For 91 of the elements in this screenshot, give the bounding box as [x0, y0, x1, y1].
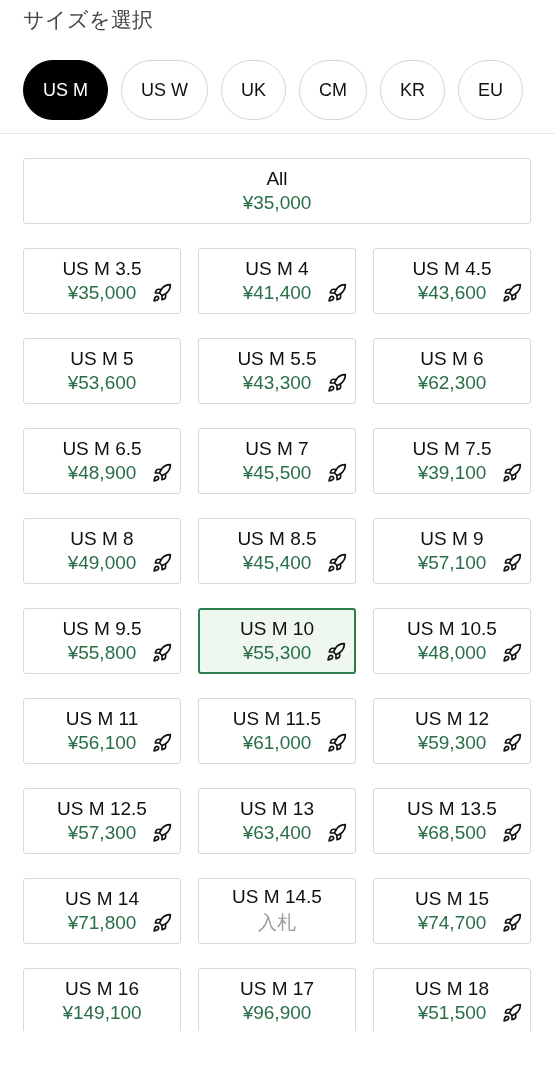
- size-label: US M 12.5: [57, 798, 147, 820]
- size-option[interactable]: US M 13 ¥63,400: [198, 788, 356, 854]
- size-option[interactable]: US M 3.5 ¥35,000: [23, 248, 181, 314]
- size-system-tab[interactable]: US W: [121, 60, 208, 120]
- all-sizes-option[interactable]: All ¥35,000: [23, 158, 531, 224]
- size-option[interactable]: US M 5 ¥53,600: [23, 338, 181, 404]
- size-label: US M 5: [70, 348, 134, 370]
- price-text: ¥55,800: [67, 642, 137, 664]
- size-label: US M 10: [240, 618, 314, 640]
- price-text: ¥56,100: [67, 732, 137, 754]
- price-text: ¥43,600: [417, 282, 487, 304]
- size-option[interactable]: US M 8 ¥49,000: [23, 518, 181, 584]
- price-text: ¥45,400: [242, 552, 312, 574]
- size-option[interactable]: US M 15 ¥74,700: [373, 878, 531, 944]
- size-label: US M 11: [65, 708, 139, 730]
- size-label: US M 8: [70, 528, 134, 550]
- size-option[interactable]: US M 4 ¥41,400: [198, 248, 356, 314]
- size-option[interactable]: US M 6.5 ¥48,900: [23, 428, 181, 494]
- price-text: ¥59,300: [417, 732, 487, 754]
- size-label: US M 16: [65, 978, 139, 1000]
- price-text: ¥68,500: [417, 822, 487, 844]
- price-text: ¥62,300: [417, 372, 487, 394]
- price-text: ¥74,700: [417, 912, 487, 934]
- price-text: ¥61,000: [242, 732, 312, 754]
- size-option[interactable]: US M 12 ¥59,300: [373, 698, 531, 764]
- size-option[interactable]: US M 4.5 ¥43,600: [373, 248, 531, 314]
- size-option[interactable]: US M 12.5 ¥57,300: [23, 788, 181, 854]
- price-text: ¥35,000: [67, 282, 137, 304]
- size-label: US M 11.5: [232, 708, 322, 730]
- size-label: US M 14.5: [232, 886, 322, 908]
- price-text: ¥55,300: [242, 642, 312, 664]
- size-label: US M 13: [240, 798, 314, 820]
- size-label: US M 4.5: [412, 258, 492, 280]
- size-label: US M 14: [65, 888, 139, 910]
- price-text: ¥39,100: [417, 462, 487, 484]
- price-text: ¥149,100: [62, 1002, 142, 1024]
- price-text: ¥43,300: [242, 372, 312, 394]
- size-label: US M 4: [245, 258, 309, 280]
- price-text: ¥48,900: [67, 462, 137, 484]
- price-text: ¥49,000: [67, 552, 137, 574]
- size-option[interactable]: US M 6 ¥62,300: [373, 338, 531, 404]
- size-option[interactable]: US M 8.5 ¥45,400: [198, 518, 356, 584]
- price-text: ¥71,800: [67, 912, 137, 934]
- size-option[interactable]: US M 9 ¥57,100: [373, 518, 531, 584]
- size-system-tab[interactable]: EU: [458, 60, 524, 120]
- price-text: ¥41,400: [242, 282, 312, 304]
- price-text: ¥45,500: [242, 462, 312, 484]
- size-label: US M 18: [415, 978, 489, 1000]
- size-option[interactable]: US M 17 ¥96,900: [198, 968, 356, 1031]
- size-option[interactable]: US M 9.5 ¥55,800: [23, 608, 181, 674]
- size-option[interactable]: US M 7.5 ¥39,100: [373, 428, 531, 494]
- size-option[interactable]: US M 11 ¥56,100: [23, 698, 181, 764]
- price-text: ¥53,600: [67, 372, 137, 394]
- size-label: US M 3.5: [62, 258, 142, 280]
- size-system-tab[interactable]: US M: [23, 60, 108, 120]
- price-text: ¥63,400: [242, 822, 312, 844]
- sheet-title: サイズを選択: [22, 7, 154, 33]
- size-system-tab[interactable]: KR: [380, 60, 446, 120]
- size-label: US M 17: [240, 978, 314, 1000]
- size-option[interactable]: US M 10.5 ¥48,000: [373, 608, 531, 674]
- size-option[interactable]: US M 7 ¥45,500: [198, 428, 356, 494]
- size-label: US M 9.5: [62, 618, 142, 640]
- size-label: US M 10.5: [407, 618, 497, 640]
- size-option[interactable]: US M 14.5 入札: [198, 878, 356, 944]
- size-option[interactable]: US M 10 ¥55,300: [198, 608, 356, 674]
- size-label: US M 5.5: [237, 348, 317, 370]
- size-option[interactable]: US M 16 ¥149,100: [23, 968, 181, 1031]
- size-label: All: [266, 168, 288, 190]
- size-label: US M 13.5: [407, 798, 497, 820]
- price-text: ¥51,500: [417, 1002, 487, 1024]
- size-option[interactable]: US M 14 ¥71,800: [23, 878, 181, 944]
- size-option[interactable]: US M 18 ¥51,500: [373, 968, 531, 1031]
- size-system-tab[interactable]: CM: [299, 60, 367, 120]
- price-text: ¥48,000: [417, 642, 487, 664]
- size-label: US M 6.5: [62, 438, 142, 460]
- size-label: US M 12: [415, 708, 489, 730]
- size-label: US M 7: [245, 438, 309, 460]
- size-label: US M 7.5: [412, 438, 492, 460]
- price-text: ¥96,900: [242, 1002, 312, 1024]
- price-text: ¥35,000: [242, 192, 312, 214]
- size-label: US M 15: [415, 888, 489, 910]
- size-option[interactable]: US M 5.5 ¥43,300: [198, 338, 356, 404]
- size-label: US M 8.5: [237, 528, 317, 550]
- price-text: ¥57,300: [67, 822, 137, 844]
- bid-text: 入札: [258, 911, 296, 935]
- price-text: ¥57,100: [417, 552, 487, 574]
- size-option[interactable]: US M 13.5 ¥68,500: [373, 788, 531, 854]
- size-label: US M 9: [420, 528, 484, 550]
- size-label: US M 6: [420, 348, 484, 370]
- size-option[interactable]: US M 11.5 ¥61,000: [198, 698, 356, 764]
- size-system-tab[interactable]: UK: [221, 60, 286, 120]
